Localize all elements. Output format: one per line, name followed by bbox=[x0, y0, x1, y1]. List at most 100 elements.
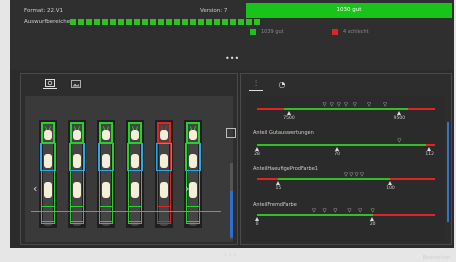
tab-image[interactable] bbox=[69, 78, 83, 89]
bottom-region bbox=[157, 206, 171, 222]
tab-camera[interactable] bbox=[43, 78, 57, 89]
ejection-area-led bbox=[222, 19, 228, 25]
measurement-marker-icon: ▽ bbox=[347, 208, 352, 214]
highlight bbox=[44, 154, 52, 168]
limit-handle[interactable] bbox=[275, 181, 280, 185]
ejection-areas-label: Auswurfbereiche bbox=[24, 19, 71, 25]
tab-sliders[interactable]: ⫶ bbox=[249, 78, 263, 91]
format-label: Format: 22.V1 bbox=[24, 8, 63, 14]
good-counter: 1039 gut bbox=[250, 29, 284, 35]
ejection-area-led bbox=[94, 19, 100, 25]
measurement-marker-icon: ▽ bbox=[360, 172, 364, 178]
limit-handle[interactable] bbox=[254, 217, 259, 221]
bottom-region bbox=[186, 206, 200, 222]
tolerance-good-segment bbox=[257, 214, 373, 216]
edit-label: Bearbeiten bbox=[422, 254, 451, 261]
measurement-marker-icon: ▽ bbox=[354, 172, 359, 178]
limit-value: 112 bbox=[425, 152, 434, 157]
ejection-area-led bbox=[238, 19, 244, 25]
chevron-left-icon[interactable]: ‹ bbox=[33, 182, 37, 195]
limit-handle[interactable] bbox=[396, 111, 401, 115]
vertical-scrollbar[interactable] bbox=[230, 163, 233, 239]
ejection-area-led bbox=[142, 19, 148, 25]
ejection-area-led bbox=[150, 19, 156, 25]
measurement-marker-icon: ▽ bbox=[358, 208, 363, 214]
ejection-area-led bbox=[182, 19, 188, 25]
limit-value: 20 bbox=[369, 222, 376, 227]
highlight bbox=[189, 154, 197, 168]
limit-value: 15 bbox=[275, 186, 282, 191]
ejection-area-led bbox=[70, 19, 76, 25]
tolerance-row[interactable]: Anteil Gutauswertungen ▽ 28 70 112 bbox=[253, 130, 439, 160]
highlight bbox=[73, 154, 81, 168]
tolerance-row[interactable]: ▽ ▽ ▽ ▽ ▽ ▽ ▽ 7500 9500 bbox=[253, 100, 439, 130]
bad-square-icon bbox=[332, 29, 338, 35]
tolerance-bar bbox=[257, 108, 435, 110]
measurement-marker-icon: ▽ bbox=[352, 102, 357, 108]
good-count-banner: 1030 gut bbox=[246, 3, 452, 18]
highlight bbox=[131, 154, 139, 168]
ejection-area-led bbox=[134, 19, 140, 25]
edit-button[interactable]: ✎ Bearbeiten bbox=[413, 253, 450, 262]
measurement-marker-icon: ▽ bbox=[322, 102, 327, 108]
tab-contrast[interactable]: ◔ bbox=[275, 78, 289, 91]
limit-handle[interactable] bbox=[286, 111, 291, 115]
bad-counter: 4 schlecht bbox=[332, 29, 369, 35]
highlight bbox=[102, 182, 110, 198]
measurement-marker-icon: ▽ bbox=[344, 172, 348, 178]
tolerance-good-segment bbox=[283, 108, 409, 110]
limit-handle[interactable] bbox=[334, 147, 339, 151]
measurement-marker-icon: ▽ bbox=[311, 208, 316, 214]
tolerance-bar bbox=[257, 144, 435, 146]
bottom-region bbox=[99, 206, 113, 222]
tolerance-panel: ⫶ ◔ ▽ ▽ ▽ ▽ ▽ ▽ ▽ 7500 9500 Anteil Gutauswertunge… bbox=[240, 73, 452, 262]
contrast-icon: ◔ bbox=[278, 80, 286, 89]
highlight bbox=[44, 182, 52, 198]
camera-options-icon[interactable]: ••• bbox=[223, 251, 237, 260]
measurement-marker-icon: ▽ bbox=[336, 102, 341, 108]
ejection-area-led bbox=[166, 19, 172, 25]
highlight bbox=[73, 182, 81, 198]
highlight bbox=[102, 130, 110, 140]
chevron-right-icon[interactable]: › bbox=[185, 182, 189, 195]
ejection-area-led bbox=[206, 19, 212, 25]
limit-value: 0 bbox=[255, 222, 259, 227]
measurement-marker-icon: ▽ bbox=[397, 138, 402, 144]
expand-icon[interactable] bbox=[226, 128, 236, 138]
limit-value: 100 bbox=[386, 186, 395, 191]
ejection-area-led bbox=[230, 19, 236, 25]
ejection-area-led bbox=[246, 19, 252, 25]
more-options-icon[interactable]: ••• bbox=[225, 54, 239, 63]
highlight bbox=[131, 130, 139, 140]
camera-panel: VVVVVV ‹ › ••• bbox=[20, 73, 238, 260]
bottom-region bbox=[128, 206, 142, 222]
limit-handle[interactable] bbox=[427, 147, 432, 151]
highlight bbox=[73, 130, 81, 140]
tolerance-list: ▽ ▽ ▽ ▽ ▽ ▽ ▽ 7500 9500 Anteil Gutauswertungen ▽ 28… bbox=[245, 96, 450, 262]
limit-handle[interactable] bbox=[254, 147, 259, 151]
tolerance-name: AnteilHaeufigeProdFarbe1 bbox=[253, 166, 318, 172]
ejection-area-led bbox=[118, 19, 124, 25]
highlight bbox=[160, 130, 168, 140]
limit-value: 9500 bbox=[393, 116, 406, 121]
highlight bbox=[160, 182, 168, 198]
ejection-area-led bbox=[158, 19, 164, 25]
measurement-marker-icon: ▽ bbox=[322, 208, 327, 214]
tolerance-scrollbar[interactable] bbox=[447, 122, 449, 222]
highlight bbox=[189, 182, 197, 198]
tolerance-bar bbox=[257, 214, 435, 216]
reference-line bbox=[31, 211, 221, 212]
highlight bbox=[189, 130, 197, 140]
limit-handle[interactable] bbox=[388, 181, 392, 185]
tolerance-name: AnteilFremdFarbe bbox=[253, 202, 297, 208]
highlight bbox=[44, 130, 52, 140]
bottom-region bbox=[41, 206, 55, 222]
limit-value: 28 bbox=[254, 152, 260, 157]
camera-image-view[interactable]: VVVVVV ‹ › ••• bbox=[25, 96, 237, 260]
limit-handle[interactable] bbox=[370, 217, 375, 221]
scrollbar-thumb[interactable] bbox=[230, 191, 233, 237]
highlight bbox=[131, 182, 139, 198]
tolerance-row[interactable]: AnteilFremdFarbe ▽ ▽ ▽ ▽ ▽ ▽ 0 20 bbox=[253, 202, 439, 232]
measurement-marker-icon: ▽ bbox=[367, 102, 371, 108]
tolerance-row[interactable]: AnteilHaeufigeProdFarbe1 ▽ ▽ ▽ ▽ 15 100 bbox=[253, 166, 439, 196]
